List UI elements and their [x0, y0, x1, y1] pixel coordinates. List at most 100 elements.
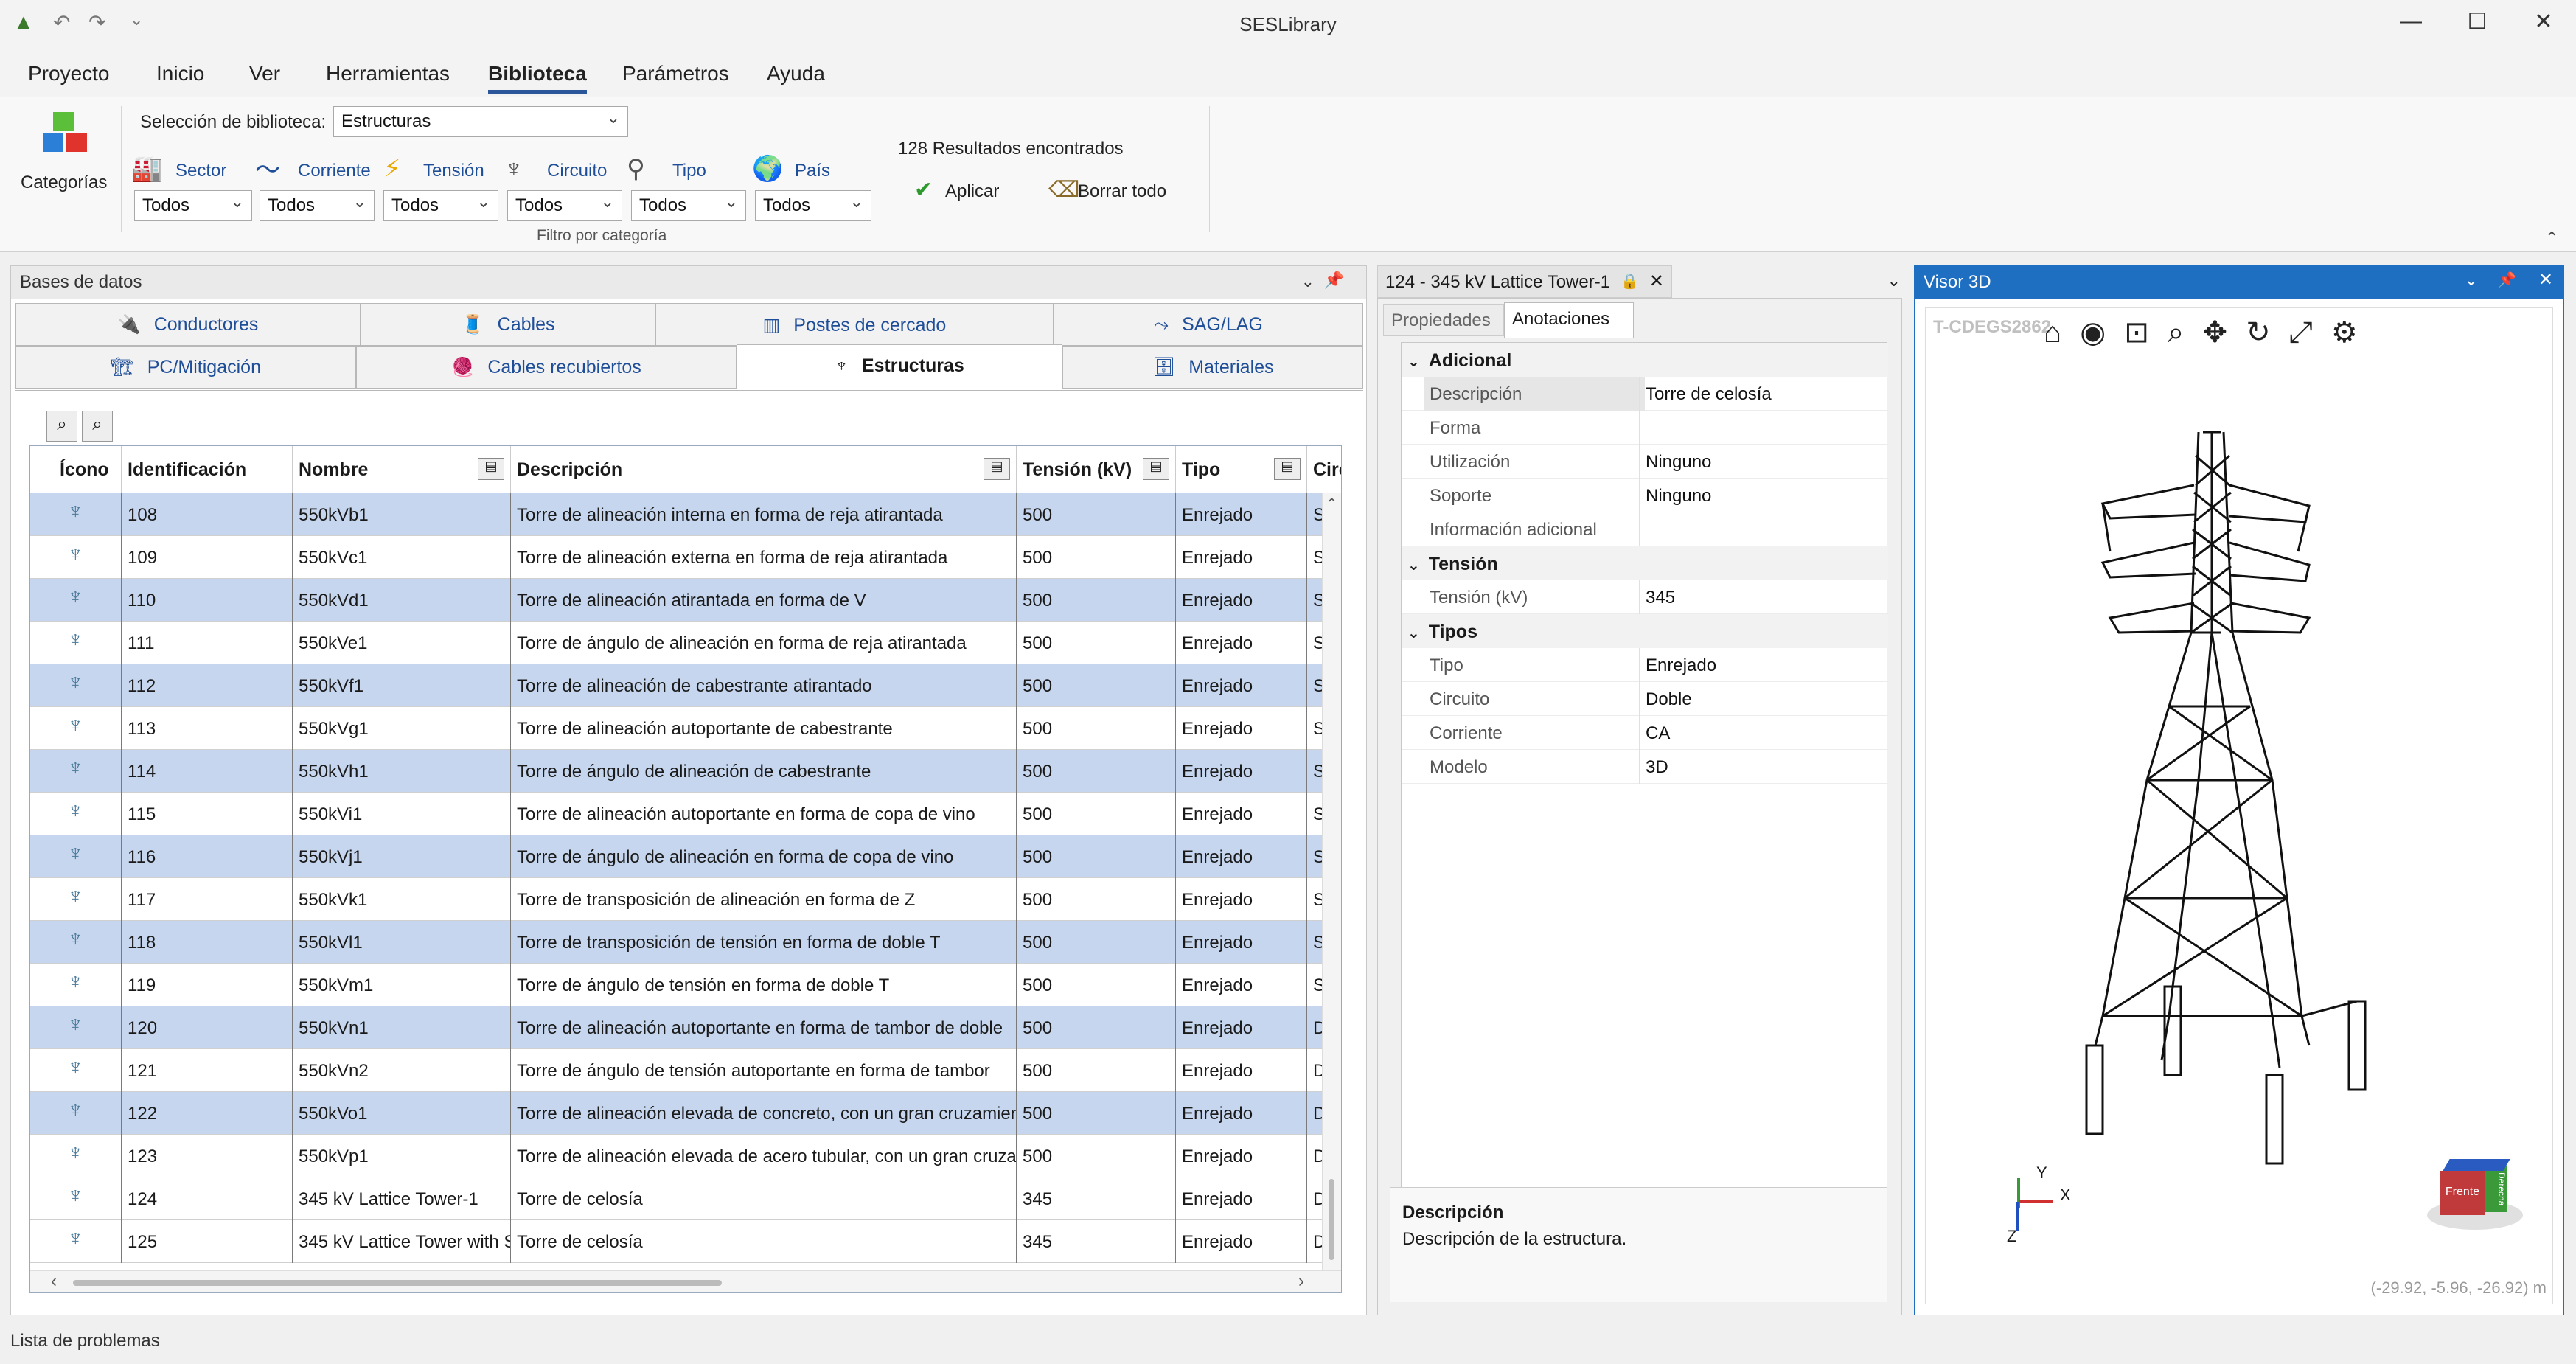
filter-tension-select[interactable]: Todos — [383, 190, 498, 221]
table-row[interactable]: ♆ 119 550kVm1 Torre de ángulo de tensión en… — [30, 964, 1341, 1006]
col-nombre[interactable]: Nombre ▤ — [293, 446, 511, 493]
tab-propiedades[interactable]: Propiedades — [1383, 304, 1504, 336]
section-adicional[interactable]: ⌄ Adicional — [1402, 343, 1888, 377]
menu-biblioteca[interactable]: Biblioteca — [488, 62, 587, 94]
close-tab-icon[interactable]: ✕ — [1649, 271, 1664, 292]
pin-icon[interactable]: 📌 — [1324, 271, 1344, 290]
prop-corriente[interactable]: Corriente CA — [1402, 716, 1888, 750]
table-row[interactable]: ♆ 110 550kVd1 Torre de alineación atirantad… — [30, 579, 1341, 622]
viewer-close-icon[interactable]: ✕ — [2538, 269, 2553, 290]
minimize-icon[interactable]: — — [2389, 9, 2433, 34]
prop-value[interactable]: CA — [1639, 716, 1888, 750]
prop-value[interactable]: Enrejado — [1639, 648, 1888, 682]
collapse-ribbon-icon[interactable]: ⌃ — [2545, 229, 2558, 248]
filter-tipo-select[interactable]: Todos — [631, 190, 746, 221]
prop-informacion-adicional[interactable]: Información adicional — [1402, 512, 1888, 546]
filter-circuito-select[interactable]: Todos — [507, 190, 622, 221]
section-tipos[interactable]: ⌄ Tipos — [1402, 614, 1888, 648]
column-filter-icon[interactable]: ▤ — [984, 458, 1010, 480]
scroll-left-icon[interactable]: ‹ — [51, 1271, 57, 1292]
tab-materiales[interactable]: 🗄 Materiales — [1062, 346, 1363, 389]
table-row[interactable]: ♆ 111 550kVe1 Torre de ángulo de alineación… — [30, 622, 1341, 664]
horizontal-scrollbar[interactable]: ‹ › — [30, 1270, 1341, 1292]
table-row[interactable]: ♆ 112 550kVf1 Torre de alineación de cabest… — [30, 664, 1341, 707]
table-row[interactable]: ♆ 109 550kVc1 Torre de alineación externa e… — [30, 536, 1341, 579]
filter-sector-label[interactable]: Sector — [175, 161, 226, 181]
filter-tipo-label[interactable]: Tipo — [672, 161, 706, 181]
menu-ver[interactable]: Ver — [249, 62, 280, 86]
prop-soporte[interactable]: Soporte Ninguno — [1402, 479, 1888, 512]
prop-value[interactable] — [1639, 411, 1888, 445]
col-descripcion[interactable]: Descripción ▤ — [511, 446, 1017, 493]
view-cube[interactable]: Frente Derecha — [2427, 1156, 2523, 1245]
menu-parametros[interactable]: Parámetros — [622, 62, 729, 86]
prop-value[interactable]: Torre de celosía — [1639, 377, 1888, 411]
viewer-pin-icon[interactable]: 📌 — [2498, 271, 2516, 289]
col-tension[interactable]: Tensión (kV) ▤ — [1017, 446, 1176, 493]
library-select[interactable]: Estructuras — [333, 106, 628, 137]
table-row[interactable]: ♆ 120 550kVn1 Torre de alineación autoporta… — [30, 1006, 1341, 1049]
filter-tension-label[interactable]: Tensión — [423, 161, 484, 181]
tab-pc-mitigacion[interactable]: 🏗 PC/Mitigación — [15, 346, 356, 389]
maximize-icon[interactable]: ☐ — [2455, 9, 2499, 35]
menu-proyecto[interactable]: Proyecto — [28, 62, 110, 86]
menu-inicio[interactable]: Inicio — [156, 62, 204, 86]
prop-tension-kv[interactable]: Tensión (kV) 345 — [1402, 580, 1888, 614]
table-row[interactable]: ♆ 113 550kVg1 Torre de alineación autoporta… — [30, 707, 1341, 750]
menu-herramientas[interactable]: Herramientas — [326, 62, 450, 86]
prop-forma[interactable]: Forma — [1402, 411, 1888, 445]
problems-list-tab[interactable]: Lista de problemas — [10, 1331, 160, 1351]
table-row[interactable]: ♆ 116 550kVj1 Torre de ángulo de alineación… — [30, 835, 1341, 878]
menu-ayuda[interactable]: Ayuda — [767, 62, 825, 86]
scroll-right-icon[interactable]: › — [1298, 1271, 1304, 1292]
table-row[interactable]: ♆ 124 345 kV Lattice Tower-1 Torre de celos… — [30, 1177, 1341, 1220]
prop-modelo[interactable]: Modelo 3D — [1402, 750, 1888, 784]
table-row[interactable]: ♆125345 kV Lattice Tower with ShieldTorr… — [30, 1220, 1341, 1263]
categories-button[interactable]: Categorías — [15, 111, 111, 199]
clear-find-button[interactable]: ⌕ — [82, 411, 113, 442]
tab-postes-de-cercado[interactable]: ▥ Postes de cercado — [655, 303, 1054, 346]
prop-utilizacion[interactable]: Utilización Ninguno — [1402, 445, 1888, 479]
table-row[interactable]: ♆ 117 550kVk1 Torre de transposición de ali… — [30, 878, 1341, 921]
prop-tipo[interactable]: Tipo Enrejado — [1402, 648, 1888, 682]
vertical-scroll-thumb[interactable] — [1329, 1179, 1334, 1260]
table-row[interactable]: ♆ 108 550kVb1 Torre de alineación interna e… — [30, 493, 1341, 536]
filter-pais-label[interactable]: País — [795, 161, 830, 181]
tab-cables[interactable]: 🧵 Cables — [361, 303, 655, 346]
structures-grid[interactable]: Ícono Identificación Nombre ▤ Descripción… — [29, 445, 1342, 1293]
view-cube-front[interactable]: Frente — [2440, 1171, 2485, 1215]
tab-estructuras[interactable]: ♆ Estructuras — [737, 344, 1062, 390]
col-circuito[interactable]: Circuito — [1307, 446, 1341, 493]
prop-value[interactable]: Ninguno — [1639, 445, 1888, 479]
tab-conductores[interactable]: 🔌 Conductores — [15, 303, 361, 346]
table-row[interactable]: ♆ 118 550kVl1 Torre de transposición de ten… — [30, 921, 1341, 964]
tab-list-dropdown-icon[interactable]: ⌄ — [1887, 271, 1901, 290]
vertical-scrollbar[interactable]: ⌃ ⌄ — [1322, 493, 1341, 1292]
filter-circuito-label[interactable]: Circuito — [547, 161, 607, 181]
horizontal-scroll-thumb[interactable] — [73, 1280, 722, 1286]
scroll-up-icon[interactable]: ⌃ — [1326, 495, 1338, 513]
table-row[interactable]: ♆ 115 550kVi1 Torre de alineación autoporta… — [30, 793, 1341, 835]
table-row[interactable]: ♆ 122 550kVo1 Torre de alineación elevada d… — [30, 1092, 1341, 1135]
viewer-canvas[interactable]: T-CDEGS2862 ⌂ ◉ ⊡ ⌕ ✥ ↻ ⤢ ⚙ Y X Z Frente… — [1925, 307, 2553, 1304]
prop-circuito[interactable]: Circuito Doble — [1402, 682, 1888, 716]
column-filter-icon[interactable]: ▤ — [478, 458, 504, 480]
table-row[interactable]: ♆ 121 550kVn2 Torre de ángulo de tensión au… — [30, 1049, 1341, 1092]
prop-value[interactable]: Ninguno — [1639, 479, 1888, 512]
find-button[interactable]: ⌕ — [46, 411, 77, 442]
filter-corriente-label[interactable]: Corriente — [298, 161, 371, 181]
col-icono[interactable]: Ícono — [30, 446, 122, 493]
tab-anotaciones[interactable]: Anotaciones — [1504, 302, 1634, 338]
tab-cables-recubiertos[interactable]: 🧶 Cables recubiertos — [356, 346, 737, 389]
viewer-dropdown-icon[interactable]: ⌄ — [2465, 271, 2478, 290]
tab-sag-lag[interactable]: ⤳ SAG/LAG — [1054, 303, 1363, 346]
close-icon[interactable]: ✕ — [2521, 9, 2566, 35]
column-filter-icon[interactable]: ▤ — [1143, 458, 1169, 480]
apply-button[interactable]: ✔ Aplicar — [914, 177, 1010, 209]
table-row[interactable]: ♆ 123 550kVp1 Torre de alineación elevada d… — [30, 1135, 1341, 1177]
filter-corriente-select[interactable]: Todos — [260, 190, 375, 221]
panel-dropdown-icon[interactable]: ⌄ — [1301, 272, 1315, 291]
filter-sector-select[interactable]: Todos — [134, 190, 252, 221]
clear-all-button[interactable]: ⌫ Borrar todo — [1048, 177, 1181, 209]
prop-value[interactable]: 3D — [1639, 750, 1888, 784]
